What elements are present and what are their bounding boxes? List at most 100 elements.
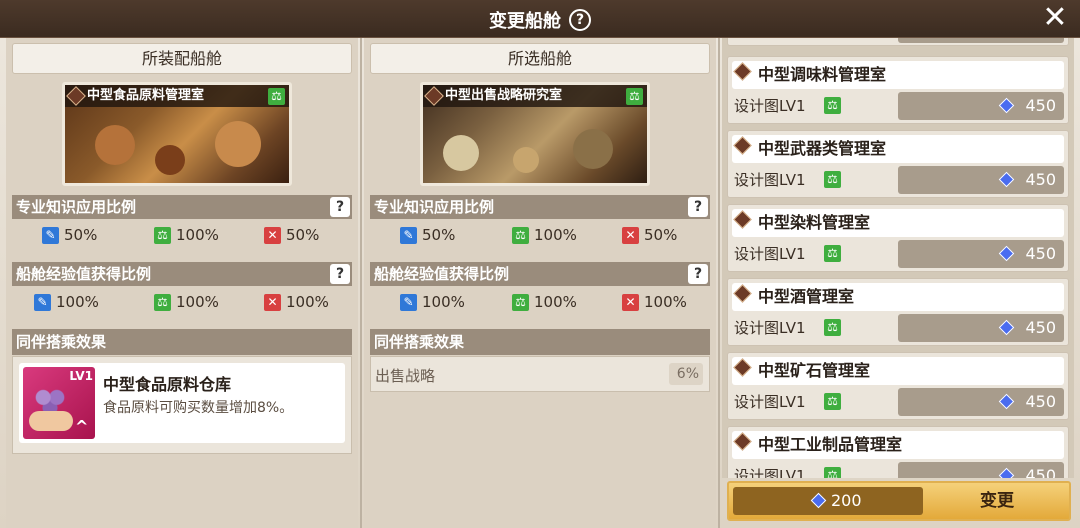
exp-adventure-value: 100% xyxy=(56,293,99,311)
gem-icon xyxy=(998,171,1015,188)
battle-swords-icon: ✕ xyxy=(264,226,281,244)
sell-strategy-row: 出售战略 6% xyxy=(370,356,710,392)
total-cost-value: 200 xyxy=(831,491,862,510)
list-item[interactable]: 中型染料管理室 设计图LV1 ⚖ 450 xyxy=(727,204,1069,272)
adventure-pen-icon: ✎ xyxy=(34,293,51,311)
trade-scale-icon: ⚖ xyxy=(824,467,841,478)
cabin-name: 中型武器类管理室 xyxy=(732,135,1064,163)
knowledge-ratio-row: ✎ 50% ⚖ 100% ✕ 50% xyxy=(12,222,352,252)
crate-image xyxy=(155,145,185,175)
battle-swords-icon: ✕ xyxy=(622,293,639,311)
cost-box: 450 xyxy=(898,240,1064,268)
cabin-name: 中型调味料管理室 xyxy=(732,61,1064,89)
barrel-image-2 xyxy=(215,121,261,167)
list-item[interactable]: 中型工业制品管理室 设计图LV1 ⚖ 450 xyxy=(727,426,1069,478)
exp-battle-value: 100% xyxy=(286,293,329,311)
equipped-cabin-card[interactable]: 中型食品原料管理室 ⚖ xyxy=(62,82,292,186)
trade-scale-icon: ⚖ xyxy=(512,293,529,311)
equipped-heading: 所装配船舱 xyxy=(12,43,352,74)
partial-list-item xyxy=(727,38,1069,46)
equipped-cabin-panel: 所装配船舱 中型食品原料管理室 ⚖ 专业知识应用比例 ? ✎ 50% ⚖ 100% … xyxy=(6,38,358,528)
barrel-image xyxy=(95,125,135,165)
cost-box: 450 xyxy=(898,92,1064,120)
list-item[interactable]: 中型武器类管理室 设计图LV1 ⚖ 450 xyxy=(727,130,1069,198)
companion-card[interactable]: ^ LV1 中型食品原料仓库 食品原料可购买数量增加8%。 xyxy=(19,363,345,443)
cabin-name: 中型工业制品管理室 xyxy=(732,431,1064,459)
exp-trade-value: 100% xyxy=(176,293,219,311)
selected-cabin-card[interactable]: 中型出售战略研究室 ⚖ xyxy=(420,82,650,186)
cost-box: 450 xyxy=(898,388,1064,416)
cost-value: 450 xyxy=(1025,96,1056,115)
cabin-list[interactable]: 中型调味料管理室 设计图LV1 ⚖ 450 中型武器类管理室 设计图LV1 ⚖ … xyxy=(722,38,1074,478)
companion-name: 中型食品原料仓库 xyxy=(103,375,232,394)
trade-scale-icon: ⚖ xyxy=(154,293,171,311)
bread-icon xyxy=(29,411,73,431)
exp-battle-value: 100% xyxy=(644,293,687,311)
gem-icon xyxy=(998,467,1015,478)
list-item[interactable]: 中型酒管理室 设计图LV1 ⚖ 450 xyxy=(727,278,1069,346)
column-divider xyxy=(718,38,720,528)
knowledge-ratio-title: 专业知识应用比例 xyxy=(374,198,495,216)
knowledge-trade-value: 100% xyxy=(534,226,577,244)
companion-effect-box: ^ LV1 中型食品原料仓库 食品原料可购买数量增加8%。 xyxy=(12,356,352,454)
knowledge-ratio-header: 专业知识应用比例 ? xyxy=(370,195,710,219)
sell-strategy-label: 出售战略 xyxy=(375,367,436,385)
cost-box: 450 xyxy=(898,314,1064,342)
trade-scale-icon: ⚖ xyxy=(268,88,285,105)
trade-scale-icon: ⚖ xyxy=(824,97,841,114)
blueprint-level: 设计图LV1 xyxy=(734,97,806,115)
exp-ratio-help-button[interactable]: ? xyxy=(688,264,708,284)
gem-icon xyxy=(998,245,1015,262)
close-icon[interactable]: ✕ xyxy=(1040,3,1070,33)
column-divider xyxy=(360,38,362,528)
help-icon[interactable]: ? xyxy=(569,9,591,31)
exp-ratio-header: 船舱经验值获得比例 ? xyxy=(370,262,710,286)
companion-item-icon: ^ LV1 xyxy=(23,367,95,439)
knowledge-ratio-help-button[interactable]: ? xyxy=(688,197,708,217)
title-bar: 变更船舱 ? ✕ xyxy=(0,0,1080,38)
exp-adventure-value: 100% xyxy=(422,293,465,311)
adventure-pen-icon: ✎ xyxy=(400,293,417,311)
equipped-card-title: 中型食品原料管理室 xyxy=(65,85,289,107)
knowledge-ratio-title: 专业知识应用比例 xyxy=(16,198,137,216)
trade-scale-icon: ⚖ xyxy=(824,319,841,336)
cost-value: 450 xyxy=(1025,466,1056,478)
battle-swords-icon: ✕ xyxy=(622,226,639,244)
cost-box: 450 xyxy=(898,462,1064,478)
gem-icon xyxy=(998,97,1015,114)
selected-card-title: 中型出售战略研究室 xyxy=(423,85,647,107)
cost-value: 450 xyxy=(1025,244,1056,263)
exp-ratio-help-button[interactable]: ? xyxy=(330,264,350,284)
sell-strategy-value: 6% xyxy=(669,363,703,385)
companion-level: LV1 xyxy=(69,369,93,383)
exp-trade-value: 100% xyxy=(534,293,577,311)
knowledge-ratio-help-button[interactable]: ? xyxy=(330,197,350,217)
selected-cabin-panel: 所选船舱 中型出售战略研究室 ⚖ 专业知识应用比例 ? ✎ 50% ⚖ 100% ✕… xyxy=(364,38,716,528)
globe-image xyxy=(443,135,479,171)
blueprint-level: 设计图LV1 xyxy=(734,319,806,337)
knowledge-ratio-header: 专业知识应用比例 ? xyxy=(12,195,352,219)
blueprint-level: 设计图LV1 xyxy=(734,245,806,263)
knowledge-trade-value: 100% xyxy=(176,226,219,244)
list-item[interactable]: 中型矿石管理室 设计图LV1 ⚖ 450 xyxy=(727,352,1069,420)
upgrade-chevron-icon: ^ xyxy=(75,417,89,436)
grapes-icon xyxy=(33,387,67,413)
knowledge-adventure-value: 50% xyxy=(422,226,456,244)
companion-effect-header: 同伴搭乘效果 xyxy=(370,329,710,355)
cabin-name: 中型矿石管理室 xyxy=(732,357,1064,385)
battle-swords-icon: ✕ xyxy=(264,293,281,311)
exp-ratio-header: 船舱经验值获得比例 ? xyxy=(12,262,352,286)
cost-value: 450 xyxy=(1025,392,1056,411)
companion-effect-header: 同伴搭乘效果 xyxy=(12,329,352,355)
adventure-pen-icon: ✎ xyxy=(42,226,59,244)
window-title: 变更船舱 xyxy=(489,11,561,32)
total-cost-box: 200 xyxy=(733,487,923,515)
list-item[interactable]: 中型调味料管理室 设计图LV1 ⚖ 450 xyxy=(727,56,1069,124)
blueprint-level: 设计图LV1 xyxy=(734,393,806,411)
trade-scale-icon: ⚖ xyxy=(824,171,841,188)
cabin-name: 中型酒管理室 xyxy=(732,283,1064,311)
change-button[interactable]: 变更 xyxy=(929,483,1065,519)
blueprint-level: 设计图LV1 xyxy=(734,467,806,478)
gem-icon xyxy=(998,319,1015,336)
trade-scale-icon: ⚖ xyxy=(154,226,171,244)
